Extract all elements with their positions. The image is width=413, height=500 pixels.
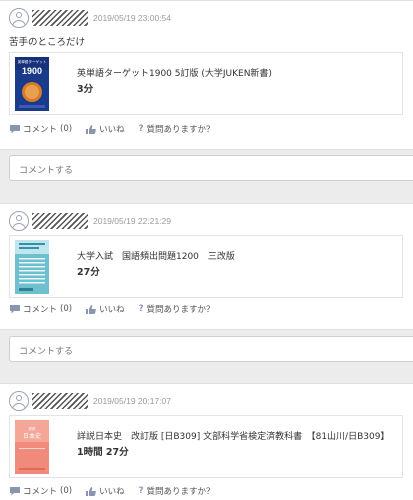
book-cover-image[interactable]: 詳説 日本史 bbox=[15, 420, 49, 474]
svg-text:英単語ターゲット: 英単語ターゲット bbox=[18, 59, 47, 64]
post-timestamp: 2019/05/19 23:00:54 bbox=[93, 13, 171, 23]
avatar-icon[interactable] bbox=[9, 8, 29, 28]
post-note: 苦手のところだけ bbox=[9, 37, 86, 48]
like-label: いいね bbox=[99, 125, 125, 135]
post-card: 2019/05/19 20:17:07 詳説 日本史 詳説日本史 改訂版 [日B… bbox=[0, 383, 413, 500]
question-label: 質問ありますか？ bbox=[146, 487, 215, 497]
comment-count: (0) bbox=[60, 124, 73, 134]
study-duration: 3分 bbox=[77, 84, 94, 95]
comment-icon bbox=[10, 124, 20, 133]
question-label: 質問ありますか？ bbox=[146, 305, 215, 315]
post-header: 2019/05/19 20:17:07 bbox=[9, 390, 171, 412]
svg-text:1900: 1900 bbox=[22, 66, 42, 76]
question-mark-icon: ? bbox=[138, 124, 144, 134]
question-button[interactable]: ? 質問ありますか？ bbox=[139, 485, 215, 497]
question-mark-icon: ? bbox=[138, 304, 144, 314]
comment-icon bbox=[10, 486, 20, 495]
post-card: 2019/05/19 23:00:54 苦手のところだけ 英単語ターゲット 19… bbox=[0, 0, 413, 150]
comment-input[interactable]: コメントする bbox=[9, 336, 413, 362]
username-redacted[interactable] bbox=[32, 10, 88, 26]
comment-button[interactable]: コメント (0) bbox=[10, 123, 72, 135]
comment-label: コメント bbox=[23, 125, 58, 135]
post-card: 2019/05/19 22:21:29 大学入試 国語頻出問題1200 三改版 … bbox=[0, 203, 413, 330]
comment-button[interactable]: コメント (0) bbox=[10, 303, 72, 315]
username-redacted[interactable] bbox=[32, 213, 88, 229]
book-cover-image[interactable]: 英単語ターゲット 1900 bbox=[15, 57, 49, 111]
avatar-icon[interactable] bbox=[9, 391, 29, 411]
post-timestamp: 2019/05/19 20:17:07 bbox=[93, 396, 171, 406]
thumbs-up-icon bbox=[86, 304, 96, 314]
svg-text:日本史: 日本史 bbox=[23, 432, 41, 440]
question-mark-icon: ? bbox=[138, 486, 144, 496]
comment-icon bbox=[10, 304, 20, 313]
like-button[interactable]: いいね bbox=[86, 303, 125, 315]
book-card[interactable]: 英単語ターゲット 1900 英単語ターゲット1900 5訂版 (大学JUKEN新… bbox=[9, 52, 403, 115]
study-duration: 27分 bbox=[77, 267, 100, 278]
book-title[interactable]: 大学入試 国語頻出問題1200 三改版 bbox=[77, 249, 235, 262]
book-title[interactable]: 詳説日本史 改訂版 [日B309] 文部科学省検定済教科書 【81山川/日B30… bbox=[77, 429, 389, 442]
comment-label: コメント bbox=[23, 305, 58, 315]
question-label: 質問ありますか？ bbox=[146, 125, 215, 135]
comment-button[interactable]: コメント (0) bbox=[10, 485, 72, 497]
book-card[interactable]: 大学入試 国語頻出問題1200 三改版 27分 bbox=[9, 235, 403, 298]
post-actions: コメント (0) いいね ? 質問ありますか？ bbox=[10, 484, 229, 498]
book-card[interactable]: 詳説 日本史 詳説日本史 改訂版 [日B309] 文部科学省検定済教科書 【81… bbox=[9, 415, 403, 478]
book-title[interactable]: 英単語ターゲット1900 5訂版 (大学JUKEN新書) bbox=[77, 66, 272, 79]
study-duration: 1時間 27分 bbox=[77, 447, 129, 458]
question-button[interactable]: ? 質問ありますか？ bbox=[139, 303, 215, 315]
like-label: いいね bbox=[99, 487, 125, 497]
post-actions: コメント (0) いいね ? 質問ありますか？ bbox=[10, 302, 229, 316]
comment-input[interactable]: コメントする bbox=[9, 155, 413, 181]
post-header: 2019/05/19 23:00:54 bbox=[9, 7, 171, 29]
post-timestamp: 2019/05/19 22:21:29 bbox=[93, 216, 171, 226]
svg-text:詳説: 詳説 bbox=[29, 426, 36, 431]
comment-count: (0) bbox=[60, 304, 73, 314]
question-button[interactable]: ? 質問ありますか？ bbox=[139, 123, 215, 135]
comment-count: (0) bbox=[60, 486, 73, 496]
thumbs-up-icon bbox=[86, 486, 96, 496]
avatar-icon[interactable] bbox=[9, 211, 29, 231]
like-button[interactable]: いいね bbox=[86, 123, 125, 135]
book-cover-image[interactable] bbox=[15, 240, 49, 294]
like-label: いいね bbox=[99, 305, 125, 315]
comment-label: コメント bbox=[23, 487, 58, 497]
like-button[interactable]: いいね bbox=[86, 485, 125, 497]
thumbs-up-icon bbox=[86, 124, 96, 134]
post-actions: コメント (0) いいね ? 質問ありますか？ bbox=[10, 122, 229, 136]
post-header: 2019/05/19 22:21:29 bbox=[9, 210, 171, 232]
username-redacted[interactable] bbox=[32, 393, 88, 409]
